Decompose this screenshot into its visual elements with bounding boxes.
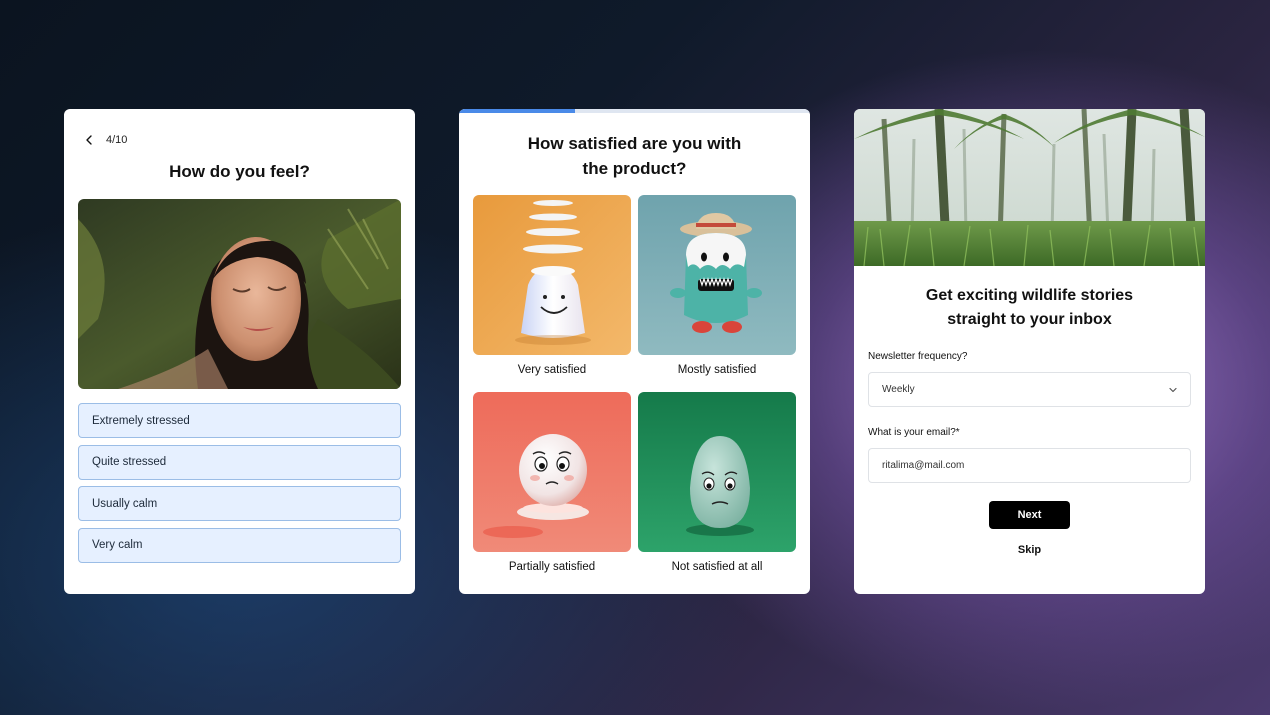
email-value: ritalima@mail.com [882, 460, 965, 471]
chevron-down-icon [1169, 387, 1177, 393]
tile-partially-satisfied[interactable]: Partially satisfied [473, 392, 631, 573]
step-nav: 4/10 [82, 133, 127, 147]
tile-very-satisfied[interactable]: Very satisfied [473, 195, 631, 376]
option-extremely-stressed[interactable]: Extremely stressed [78, 403, 401, 438]
happy-character-image [473, 195, 631, 355]
title-line-2: straight to your inbox [947, 311, 1112, 328]
skip-link[interactable]: Skip [854, 544, 1205, 556]
title-line-1: How satisfied are you with [527, 134, 742, 153]
chevron-left-icon[interactable] [82, 133, 96, 147]
option-very-calm[interactable]: Very calm [78, 527, 401, 563]
mood-options: Extremely stressed Quite stressed Usuall… [78, 403, 401, 569]
option-usually-calm[interactable]: Usually calm [78, 486, 401, 521]
newsletter-signup-card: Get exciting wildlife stories straight t… [854, 109, 1205, 594]
tile-label: Very satisfied [517, 364, 587, 376]
tile-label: Partially satisfied [508, 561, 596, 573]
satisfaction-survey-card: How satisfied are you with the product? [459, 109, 810, 594]
progress-bar [459, 109, 810, 113]
progress-fill [459, 109, 575, 113]
question-title: How satisfied are you with the product? [459, 131, 810, 181]
tile-mostly-satisfied[interactable]: Mostly satisfied [638, 195, 796, 376]
tile-label: Not satisfied at all [671, 561, 763, 573]
palm-forest-image [854, 109, 1205, 267]
frequency-select[interactable]: Weekly [868, 372, 1191, 407]
next-button[interactable]: Next [989, 501, 1070, 529]
title-line-2: the product? [582, 159, 687, 178]
frequency-label: Newsletter frequency? [868, 351, 968, 362]
tile-label: Mostly satisfied [677, 364, 757, 376]
question-title: How do you feel? [169, 162, 310, 181]
worried-sphere-image [473, 392, 631, 552]
email-field[interactable]: ritalima@mail.com [868, 448, 1191, 483]
step-counter: 4/10 [106, 134, 128, 146]
tile-not-satisfied[interactable]: Not satisfied at all [638, 392, 796, 573]
option-quite-stressed[interactable]: Quite stressed [78, 444, 401, 480]
title-line-1: Get exciting wildlife stories [925, 287, 1134, 304]
email-label: What is your email?* [868, 427, 960, 438]
sad-egg-image [638, 392, 796, 552]
mood-survey-card: 4/10 How do you feel? Extremely stressed… [64, 109, 415, 594]
frequency-value: Weekly [882, 384, 915, 395]
hat-monster-image [638, 195, 796, 355]
woman-portrait-image [78, 199, 401, 389]
signup-title: Get exciting wildlife stories straight t… [854, 284, 1205, 332]
